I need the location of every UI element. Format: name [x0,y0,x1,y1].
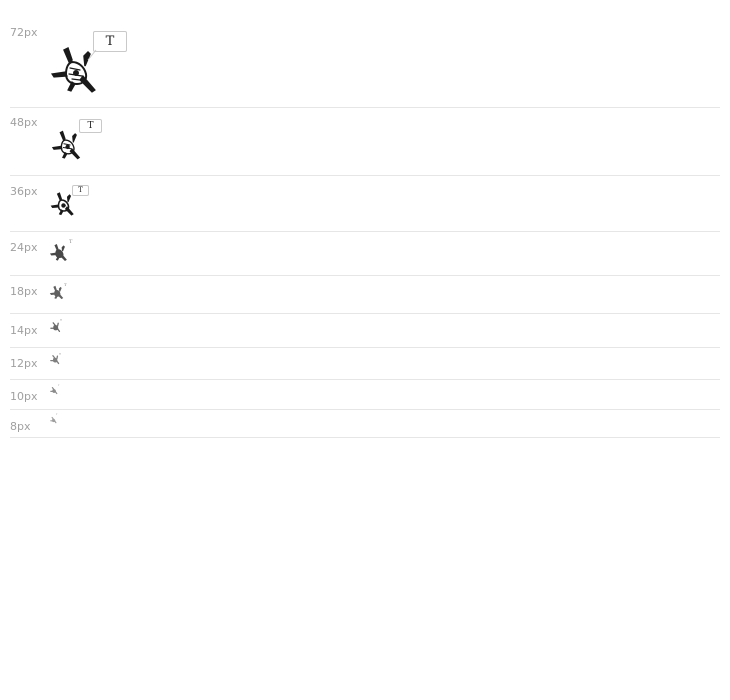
specimen-row-48: 48px T [10,108,720,176]
tooltip-text: T [64,282,67,287]
splash-figure-icon [50,322,61,332]
tooltip-text: T [78,186,83,194]
tooltip-text: T [58,385,60,387]
size-label: 24px [10,241,38,254]
tooltip-text: T [105,34,115,49]
specimen-row-36: 36px T [10,176,720,232]
size-label: 72px [10,26,38,39]
size-label: 8px [10,420,31,433]
glyph-48 [50,130,84,160]
size-label: 48px [10,116,38,129]
splash-figure-icon [50,355,60,365]
size-label: 10px [10,390,38,403]
glyph-14 [50,322,61,332]
specimen-row-24: 24px T [10,232,720,276]
specimen-row-10: 10px T [10,380,720,410]
specimen-row-12: 12px T [10,348,720,380]
splash-figure-icon [50,416,57,424]
tooltip-text: T [60,318,63,322]
splash-figure-icon [50,387,58,395]
size-label: 18px [10,285,38,298]
specimen-row-14: 14px T [10,314,720,348]
tooltip-callout: T [79,119,102,133]
glyph-18 [49,285,64,300]
specimen-row-8: 8px T [10,410,720,438]
glyph-24 [49,243,68,261]
splash-figure-icon [51,130,81,160]
size-label: 12px [10,357,38,370]
glyph-12 [50,355,60,365]
size-label: 36px [10,185,38,198]
size-label: 14px [10,324,38,337]
tooltip-text: T [87,120,94,131]
splash-figure-icon [49,243,67,261]
specimen-row-72: 72px T [10,20,720,108]
tooltip-text: T [56,414,58,416]
tooltip-callout: T [72,185,89,196]
specimen-row-18: 18px T [10,276,720,314]
tooltip-text: T [69,239,73,245]
splash-figure-icon [49,285,64,300]
callout-pointer [87,49,97,61]
tooltip-text: T [59,352,62,356]
glyph-8 [50,416,57,424]
glyph-10 [50,387,58,395]
